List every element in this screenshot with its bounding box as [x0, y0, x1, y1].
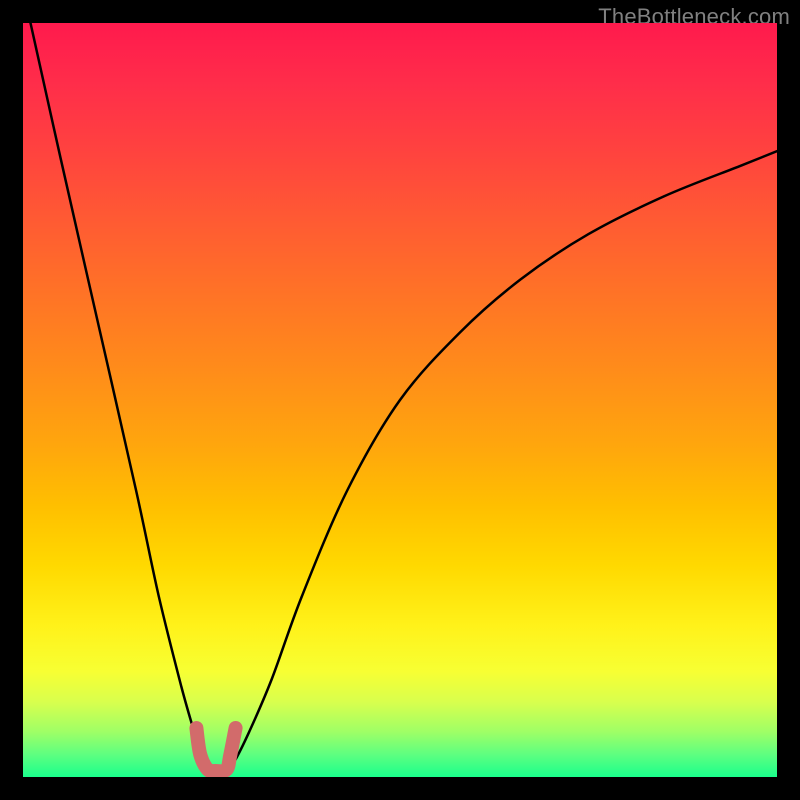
curve-right-branch — [227, 151, 777, 769]
curve-notch — [196, 728, 235, 771]
curve-svg — [23, 23, 777, 777]
plot-area — [23, 23, 777, 777]
chart-stage: TheBottleneck.com — [0, 0, 800, 800]
curve-left-branch — [31, 23, 212, 770]
